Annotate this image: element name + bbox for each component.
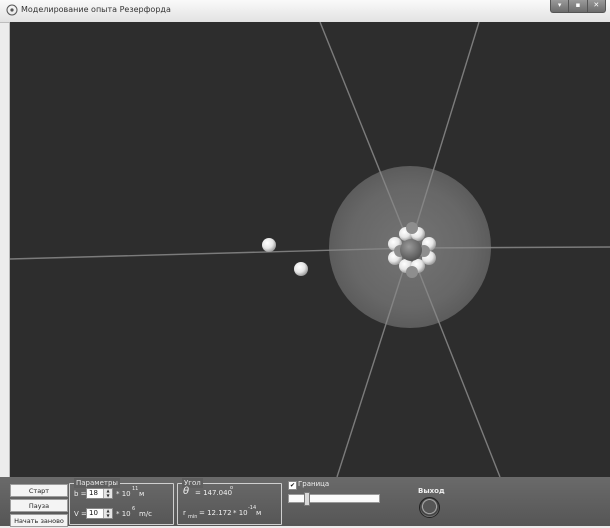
pause-button[interactable]: Пауза [10, 499, 68, 512]
theta-value: = 147.040 [195, 489, 233, 497]
title-bar: Моделирование опыта Резерфорда ▾ ▪ ✕ [0, 0, 610, 23]
window-controls: ▾ ▪ ✕ [550, 0, 606, 13]
rmin-symbol: r [183, 509, 186, 517]
v-unit: * 10 [116, 510, 131, 518]
check-icon: ✔ [289, 482, 296, 489]
slider-thumb[interactable] [304, 492, 311, 506]
restart-button[interactable]: Начать заново [10, 514, 68, 527]
boundary-checkbox[interactable]: ✔ [288, 481, 297, 490]
app-icon [6, 4, 18, 16]
maximize-button[interactable]: ▪ [568, 0, 586, 12]
spin-down-icon[interactable]: ▼ [104, 513, 112, 519]
theta-symbol: θ [183, 486, 190, 497]
alpha-particle [262, 238, 276, 252]
rmin-meters: м [256, 509, 262, 517]
v-label: V = [74, 510, 87, 518]
v-value: 10 [89, 509, 98, 517]
minimize-button[interactable]: ▾ [551, 0, 568, 12]
b-spinner-arrows[interactable]: ▲ ▼ [103, 488, 112, 499]
b-value: 18 [89, 489, 98, 497]
window-title: Моделирование опыта Резерфорда [21, 5, 171, 14]
boundary-slider[interactable] [288, 492, 380, 506]
parameters-legend: Параметры [74, 478, 120, 488]
b-label: b = [74, 490, 87, 498]
scene-svg [10, 22, 610, 477]
v-spinner[interactable]: 10 ▲ ▼ [86, 508, 113, 519]
boundary-label: Граница [298, 480, 330, 488]
theta-degree: o [230, 485, 234, 491]
alpha-particle [294, 262, 308, 276]
v-exponent: 6 [132, 506, 136, 512]
simulation-viewport[interactable] [9, 22, 610, 477]
v-spinner-arrows[interactable]: ▲ ▼ [103, 508, 112, 519]
spin-down-icon[interactable]: ▼ [104, 493, 112, 499]
b-exponent: 11 [132, 486, 139, 492]
v-speed-unit: m/c [139, 510, 153, 518]
rmin-exponent: -14 [248, 505, 257, 511]
close-button[interactable]: ✕ [586, 0, 605, 12]
b-spinner[interactable]: 18 ▲ ▼ [86, 488, 113, 499]
b-unit: * 10 [116, 490, 131, 498]
b-meters: м [139, 490, 145, 498]
exit-label: Выход [418, 487, 445, 495]
rmin-unit: * 10 [233, 509, 248, 517]
rmin-value: = 12.172 [199, 509, 232, 517]
rmin-subscript: min [188, 514, 198, 520]
start-button[interactable]: Старт [10, 484, 68, 497]
exit-button[interactable] [419, 497, 440, 518]
